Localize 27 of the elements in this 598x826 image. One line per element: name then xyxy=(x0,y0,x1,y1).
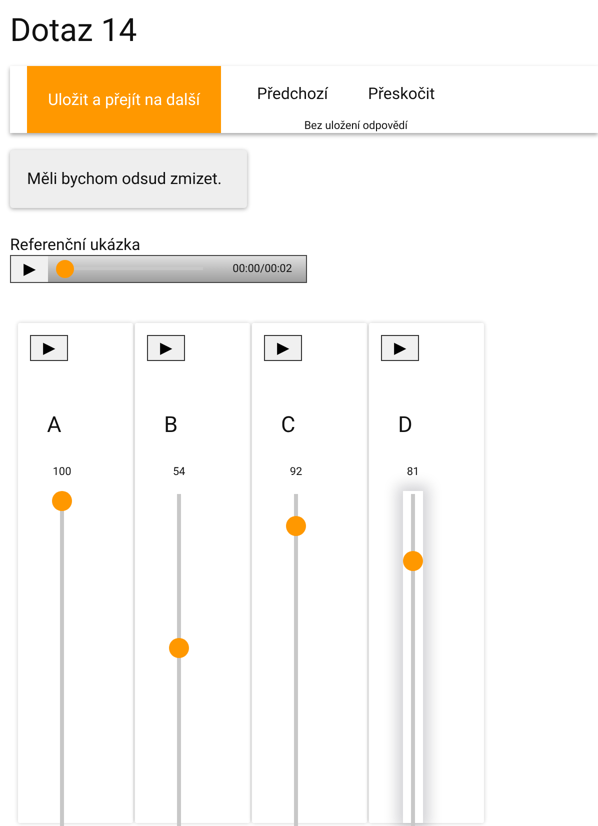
play-button[interactable]: ▶ xyxy=(264,335,302,362)
play-button[interactable]: ▶ xyxy=(11,256,48,282)
skip-button[interactable]: Přeskočit xyxy=(368,82,435,106)
previous-button[interactable]: Předchozí xyxy=(257,82,328,106)
slider-thumb[interactable] xyxy=(403,551,423,572)
time-display: 00:00/00:02 xyxy=(232,260,292,277)
reference-label: Referenční ukázka xyxy=(10,235,140,255)
sample-label: B xyxy=(164,412,178,440)
slider-thumb[interactable] xyxy=(286,516,306,536)
rating-value: 92 xyxy=(288,464,304,480)
sample-label: A xyxy=(47,412,62,440)
sample-label: C xyxy=(281,412,296,440)
rating-slider[interactable] xyxy=(52,490,72,823)
slider-thumb[interactable] xyxy=(52,490,72,511)
progress-thumb[interactable] xyxy=(56,260,74,278)
progress-slider[interactable] xyxy=(56,260,203,278)
rating-value: 81 xyxy=(406,464,420,480)
skip-note: Bez uložení odpovědí xyxy=(304,118,408,134)
play-button[interactable]: ▶ xyxy=(147,335,185,362)
play-button[interactable]: ▶ xyxy=(30,335,68,362)
play-button[interactable]: ▶ xyxy=(381,335,419,362)
rating-value: 100 xyxy=(52,464,72,480)
rating-value: 54 xyxy=(172,464,186,480)
page-title: Dotaz 14 xyxy=(9,10,137,46)
sample-label: D xyxy=(398,412,412,440)
message-box: Měli bychom odsud zmizet. xyxy=(10,150,247,208)
slider-thumb[interactable] xyxy=(169,638,189,658)
